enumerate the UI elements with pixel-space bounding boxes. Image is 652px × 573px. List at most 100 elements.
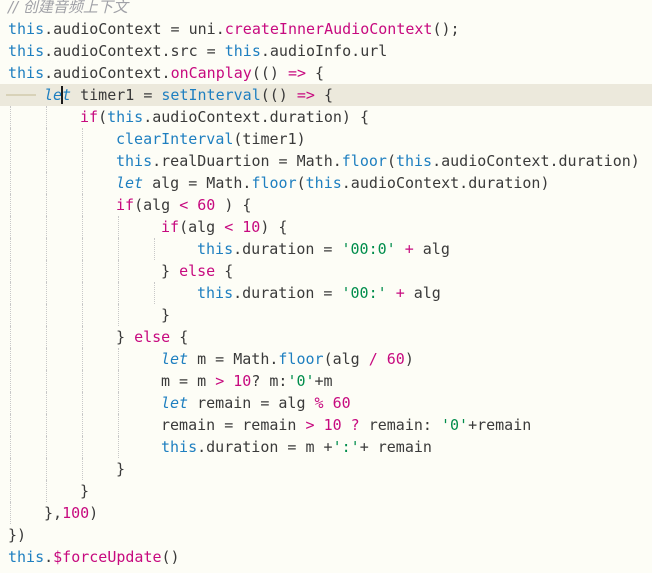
indent-guide: [10, 128, 11, 150]
indent-guide: [82, 392, 83, 414]
code-token: if: [161, 218, 180, 236]
code-token: (: [386, 152, 396, 170]
code-line[interactable]: this.realDuartion = Math.floor(this.audi…: [0, 150, 652, 172]
indent-guide: [10, 106, 11, 128]
code-token: remain = alg: [188, 394, 315, 412]
code-token: (timer1): [233, 130, 306, 148]
code-line[interactable]: if(this.audioContext.duration) {: [0, 106, 652, 128]
code-token: }: [116, 460, 126, 478]
code-token: let: [44, 86, 72, 104]
code-token: this: [161, 438, 198, 456]
code-token: this: [305, 174, 342, 192]
code-text: m = m > 10? m:'0'+m: [161, 370, 333, 392]
indent-guide: [118, 282, 119, 304]
code-token: =>: [287, 64, 307, 82]
code-token: +m: [314, 372, 333, 390]
code-text: clearInterval(timer1): [116, 128, 306, 150]
code-token: }: [161, 262, 180, 280]
code-line[interactable]: }: [0, 304, 652, 326]
indent-guide: [82, 326, 83, 348]
code-editor[interactable]: // 创建音频上下文 this.audioContext = uni.create…: [0, 0, 652, 568]
code-token: .duration =: [233, 284, 342, 302]
code-token: .audioContext.: [44, 64, 171, 82]
code-token: ): [89, 504, 99, 522]
code-token: this: [8, 42, 45, 60]
code-line[interactable]: this.$forceUpdate(): [0, 546, 652, 568]
code-token: let: [161, 350, 189, 368]
code-line[interactable]: this.duration = '00:0' + alg: [0, 238, 652, 260]
code-line[interactable]: if(alg < 60 ) {: [0, 194, 652, 216]
code-token: else: [179, 262, 216, 280]
indent-guide: [10, 502, 11, 524]
code-line[interactable]: }): [0, 524, 652, 546]
code-token: ): [404, 350, 414, 368]
code-line[interactable]: },100): [0, 502, 652, 524]
indent-guide: [46, 326, 47, 348]
code-line[interactable]: } else {: [0, 326, 652, 348]
code-token: .audioContext = uni.: [44, 20, 225, 38]
code-line[interactable]: m = m > 10? m:'0'+m: [0, 370, 652, 392]
code-line[interactable]: clearInterval(timer1): [0, 128, 652, 150]
code-token: this: [107, 108, 144, 126]
indent-guide: [46, 348, 47, 370]
code-line[interactable]: // 创建音频上下文: [0, 0, 652, 18]
indent-guide: [46, 260, 47, 282]
code-token: this: [197, 284, 234, 302]
code-line[interactable]: this.audioContext.onCanplay(() => {: [0, 62, 652, 84]
code-line[interactable]: this.duration = '00:' + alg: [0, 282, 652, 304]
code-line[interactable]: let remain = alg % 60: [0, 392, 652, 414]
code-token: if: [116, 196, 135, 214]
code-token: .audioContext.src =: [44, 42, 225, 60]
code-text: } else {: [161, 260, 233, 282]
indent-guide: [46, 128, 47, 150]
code-token: 60: [386, 350, 405, 368]
code-token: .duration =: [233, 240, 342, 258]
indent-guide: [10, 326, 11, 348]
code-token: 10: [242, 218, 261, 236]
code-line[interactable]: remain = remain > 10 ? remain: '0'+remai…: [0, 414, 652, 436]
code-token: alg: [404, 284, 441, 302]
code-text: remain = remain > 10 ? remain: '0'+remai…: [161, 414, 531, 436]
code-line[interactable]: let alg = Math.floor(this.audioContext.d…: [0, 172, 652, 194]
code-token: (: [98, 108, 108, 126]
code-text: }: [80, 480, 89, 502]
code-token: %: [314, 394, 324, 412]
code-token: createInnerAudioContext: [224, 20, 433, 38]
code-token: .audioContext.duration): [341, 174, 550, 192]
code-token: {: [306, 64, 325, 82]
indent-guide: [154, 238, 155, 260]
code-line-current[interactable]: let timer1 = setInterval(() => {: [0, 84, 652, 106]
code-text: if(this.audioContext.duration) {: [80, 106, 369, 128]
code-token: ) {: [215, 196, 252, 214]
indent-guide: [10, 260, 11, 282]
indent-guide: [46, 194, 47, 216]
code-text: this.audioContext.onCanplay(() => {: [8, 62, 324, 84]
code-token: }: [161, 306, 171, 324]
indent-guide: [10, 480, 11, 502]
code-text: let m = Math.floor(alg / 60): [161, 348, 414, 370]
code-text: },100): [44, 502, 98, 524]
indent-guide: [46, 282, 47, 304]
code-line[interactable]: let m = Math.floor(alg / 60): [0, 348, 652, 370]
code-line[interactable]: this.audioContext.src = this.audioInfo.u…: [0, 40, 652, 62]
code-line[interactable]: this.duration = m +':'+ remain: [0, 436, 652, 458]
code-token: ((): [251, 64, 288, 82]
code-token: (alg: [323, 350, 369, 368]
code-text: this.$forceUpdate(): [8, 546, 180, 568]
code-token: {: [170, 328, 189, 346]
code-token: }: [80, 482, 90, 500]
code-token: // 创建音频上下文: [8, 0, 128, 16]
code-token: m = Math.: [188, 350, 279, 368]
indent-guide: [82, 150, 83, 172]
indent-guide: [10, 392, 11, 414]
code-line[interactable]: }: [0, 458, 652, 480]
code-token: ((): [260, 86, 297, 104]
code-text: this.audioContext = uni.createInnerAudio…: [8, 18, 460, 40]
code-line[interactable]: if(alg < 10) {: [0, 216, 652, 238]
indent-guide: [10, 216, 11, 238]
code-line[interactable]: this.audioContext = uni.createInnerAudio…: [0, 18, 652, 40]
code-line[interactable]: }: [0, 480, 652, 502]
code-line[interactable]: } else {: [0, 260, 652, 282]
